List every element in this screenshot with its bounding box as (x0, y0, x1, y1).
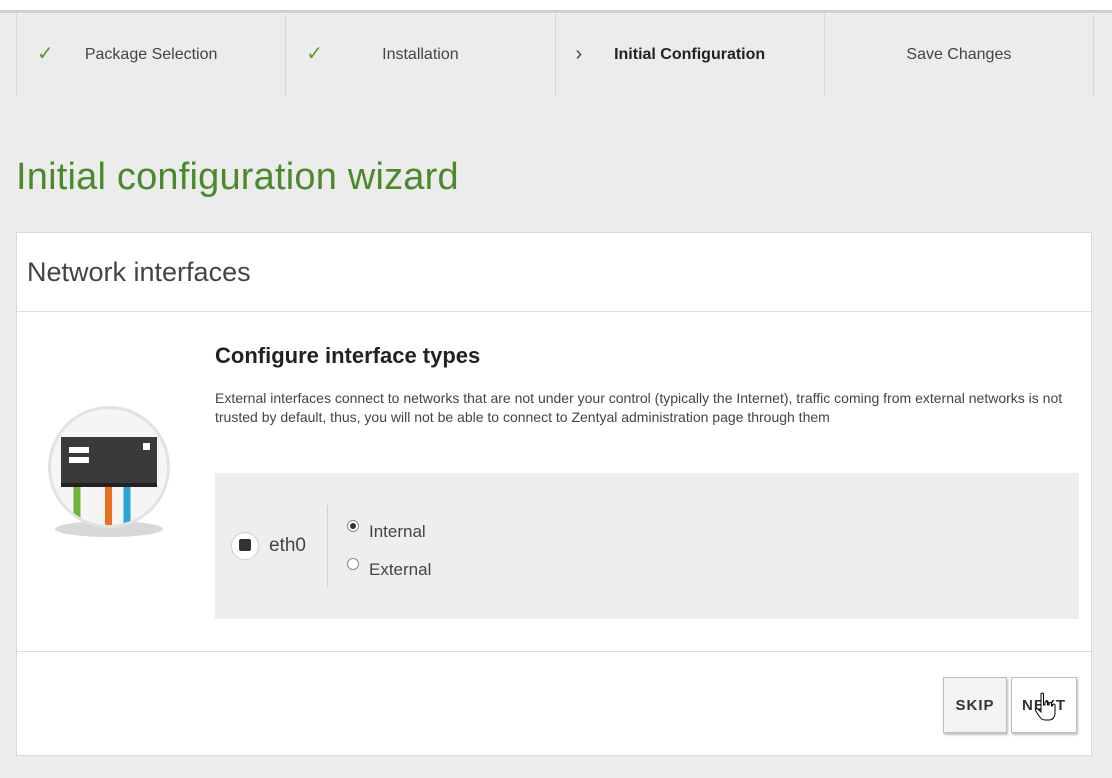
interface-row: eth0 Internal External (215, 473, 1079, 619)
top-border-shadow (0, 10, 1112, 13)
radio-internal[interactable]: Internal (347, 513, 431, 551)
step-label: Installation (382, 46, 459, 63)
top-border (0, 0, 1112, 10)
ethernet-port-icon (231, 532, 259, 560)
interface-name: eth0 (269, 535, 306, 556)
step-label: Initial Configuration (614, 46, 766, 63)
footer-divider (17, 651, 1091, 652)
radio-external[interactable]: External (347, 551, 431, 589)
hand-cursor-icon (1034, 692, 1056, 727)
radio-button-checked[interactable] (347, 520, 359, 532)
radio-label: Internal (369, 522, 426, 541)
check-icon: ✓ (306, 43, 324, 65)
skip-button[interactable]: SKIP (943, 677, 1007, 733)
step-label: Save Changes (906, 46, 1012, 63)
network-switch-illustration (47, 359, 171, 577)
radio-button[interactable] (347, 558, 359, 570)
step-save-changes[interactable]: Save Changes (824, 14, 1094, 96)
panel-title: Network interfaces (17, 233, 1091, 312)
interface-type-options: Internal External (347, 513, 431, 589)
wizard-panel: Network interfaces Configure interface t… (16, 232, 1092, 756)
panel-content: Configure interface types External inter… (215, 343, 1081, 427)
chevron-right-icon: › (575, 43, 583, 65)
section-title: Configure interface types (215, 343, 481, 368)
step-package-selection[interactable]: ✓ Package Selection (16, 14, 287, 96)
wizard-steps: ✓ Package Selection ✓ Installation › Ini… (16, 14, 1094, 96)
step-installation[interactable]: ✓ Installation (286, 14, 556, 96)
page-title: Initial configuration wizard (16, 156, 459, 198)
step-label: Package Selection (84, 46, 218, 63)
radio-label: External (369, 560, 432, 579)
check-icon: ✓ (37, 43, 54, 65)
section-description: External interfaces connect to networks … (215, 390, 1063, 425)
interface-label: eth0 (231, 505, 328, 587)
step-initial-configuration[interactable]: › Initial Configuration (555, 14, 825, 96)
